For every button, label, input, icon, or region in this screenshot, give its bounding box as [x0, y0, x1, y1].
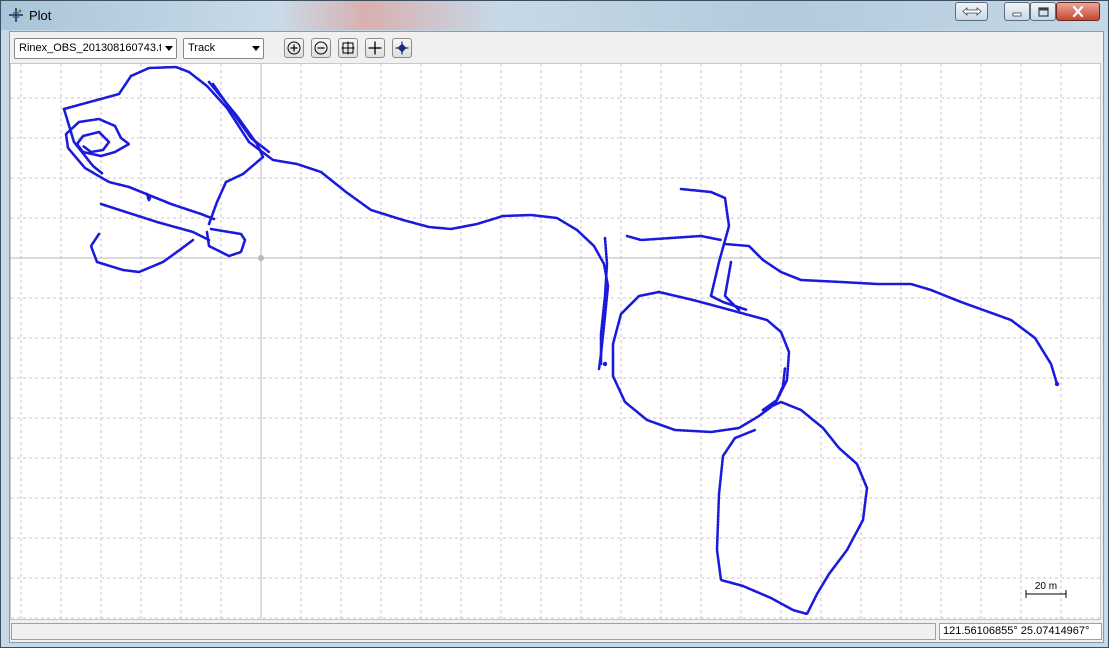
track-segment [679, 187, 731, 298]
zoom-in-button[interactable] [284, 38, 304, 58]
target-icon [395, 41, 409, 55]
maximize-button[interactable] [1030, 2, 1056, 21]
track-plot: 20 m [11, 64, 1100, 619]
plot-window: Plot Rinex_OBS_201308160743.t Track 20 m… [0, 0, 1109, 648]
track-segment [657, 290, 791, 412]
origin-marker [258, 255, 264, 261]
grid-lines [11, 64, 1100, 619]
zoom-out-button[interactable] [311, 38, 331, 58]
track-point [602, 361, 608, 367]
cursor-coordinates: 121.56106855° 25.07414967° [939, 623, 1102, 640]
fit-extent-button[interactable] [338, 38, 358, 58]
center-track-button[interactable] [392, 38, 412, 58]
track-segment [207, 155, 265, 226]
status-bar: 121.56106855° 25.07414967° [10, 622, 1103, 642]
track-point [1054, 381, 1060, 387]
chevron-down-icon [248, 39, 263, 58]
track-segment [205, 227, 247, 258]
track-segment [715, 400, 869, 616]
minimize-icon [1012, 12, 1022, 16]
restore-resize-icon [961, 7, 982, 16]
close-icon [1072, 6, 1084, 17]
zoom-out-icon [314, 41, 328, 55]
track-segment [709, 294, 749, 312]
origin-axes [11, 64, 1100, 619]
track-segment [64, 117, 131, 189]
track-segment [723, 242, 1059, 386]
window-title: Plot [29, 8, 52, 23]
file-select[interactable]: Rinex_OBS_201308160743.t [14, 38, 177, 59]
plot-canvas[interactable]: 20 m [10, 63, 1101, 620]
track-point [146, 195, 152, 201]
zoom-in-icon [287, 41, 301, 55]
minimize-button[interactable] [1004, 2, 1030, 21]
crosshair-icon [368, 41, 382, 55]
client-area: Rinex_OBS_201308160743.t Track 20 m 121.… [9, 31, 1104, 643]
title-bar[interactable]: Plot [1, 1, 1108, 30]
track-segment [99, 202, 211, 242]
track-segment [89, 232, 195, 274]
scale-bar: 20 m [1025, 581, 1067, 598]
file-select-value: Rinex_OBS_201308160743.t [19, 42, 163, 54]
toolbar: Rinex_OBS_201308160743.t Track [10, 32, 1103, 63]
mode-select-value: Track [188, 42, 216, 54]
track-segment [127, 185, 216, 221]
restore-resize-button[interactable] [955, 2, 988, 21]
center-origin-button[interactable] [365, 38, 385, 58]
close-button[interactable] [1056, 2, 1100, 21]
maximize-icon [1037, 6, 1049, 17]
fit-extent-icon [341, 41, 355, 55]
gps-track [62, 65, 1060, 616]
scale-bar-label: 20 m [1035, 581, 1057, 592]
status-message [11, 623, 936, 640]
crosshair-plot-icon [8, 7, 24, 23]
mode-select[interactable]: Track [183, 38, 264, 59]
track-segment [625, 234, 723, 242]
chevron-down-icon [161, 39, 176, 58]
track-segment [611, 290, 787, 434]
